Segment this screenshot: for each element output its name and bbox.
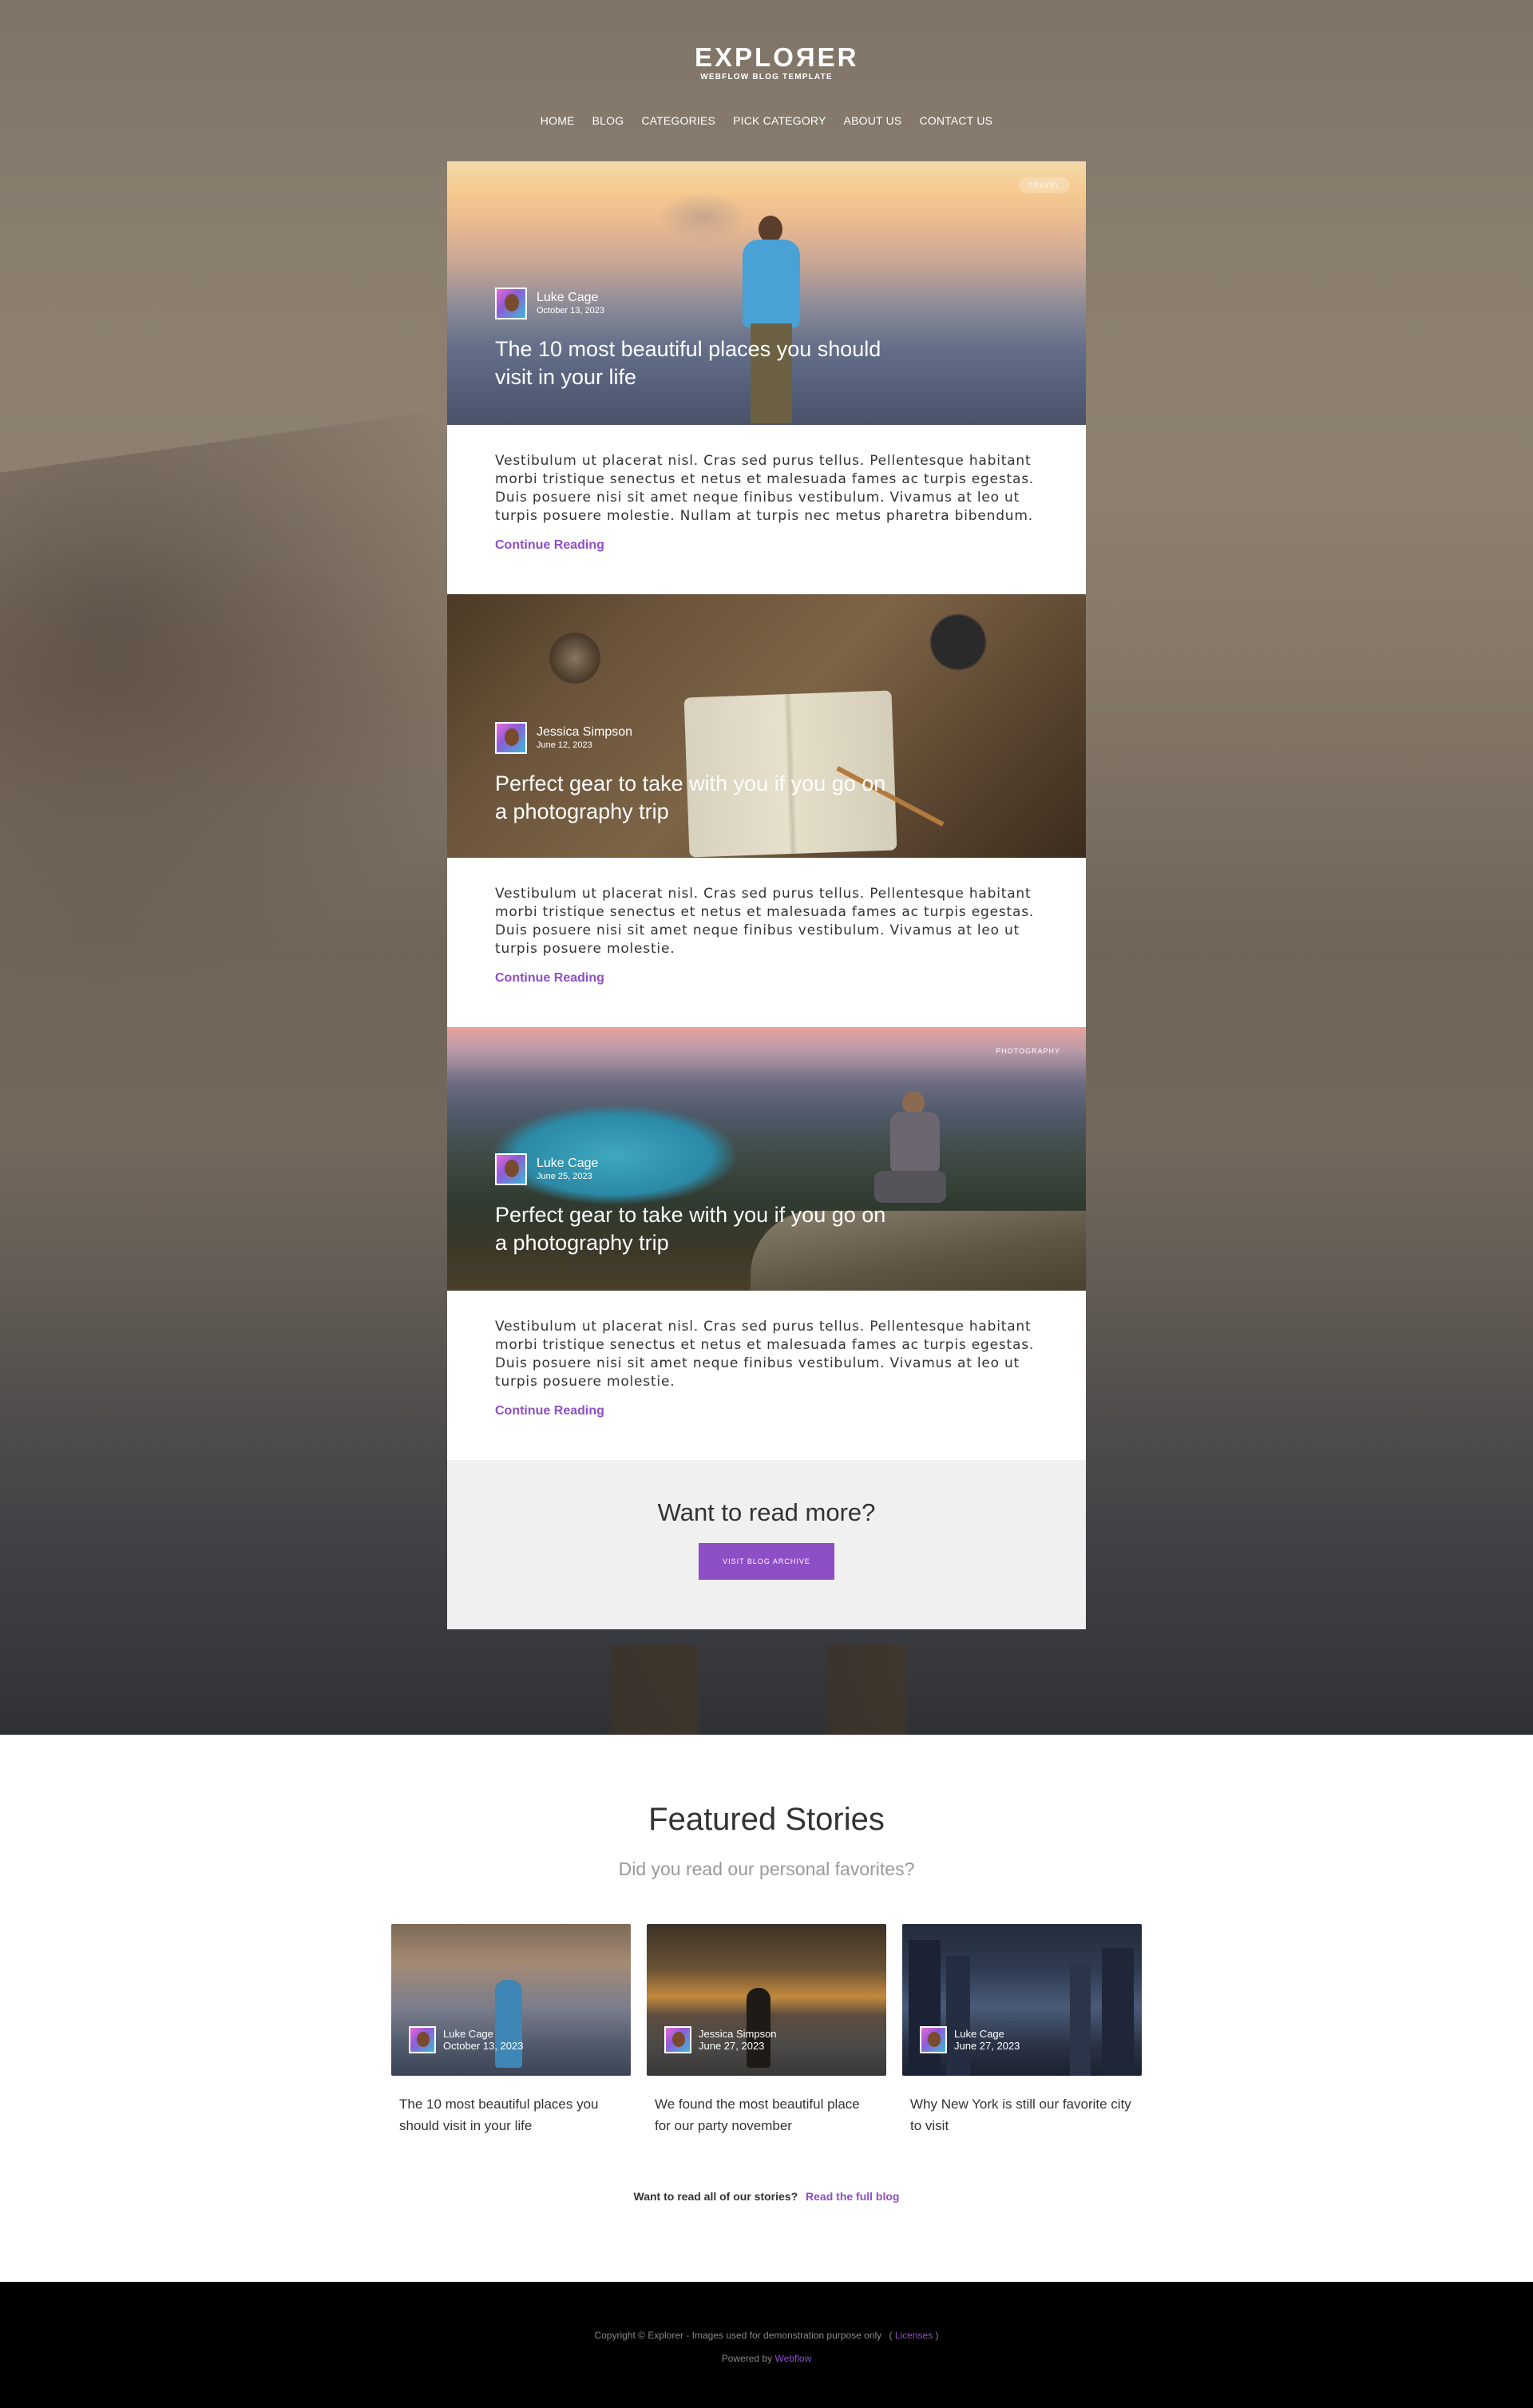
nav-home[interactable]: HOME	[541, 114, 575, 127]
main-nav: HOME BLOG CATEGORIES PICK CATEGORY ABOUT…	[0, 114, 1533, 127]
licenses-open-paren: (	[889, 2330, 893, 2341]
building-shape	[909, 1940, 941, 2076]
featured-card[interactable]: Luke Cage October 13, 2023 The 10 most b…	[391, 1924, 631, 2136]
post-body: Vestibulum ut placerat nisl. Cras sed pu…	[447, 1291, 1086, 1460]
webflow-link[interactable]: Webflow	[774, 2353, 811, 2364]
author-name[interactable]: Jessica Simpson	[537, 725, 632, 740]
post-body: Vestibulum ut placerat nisl. Cras sed pu…	[447, 858, 1086, 1027]
logo-subtitle: WEBFLOW BLOG TEMPLATE	[700, 73, 833, 81]
continue-reading-link[interactable]: Continue Reading	[495, 1404, 604, 1418]
logo-title: EXPLOЯER	[695, 42, 859, 72]
featured-stories-section: Featured Stories Did you read our person…	[0, 1735, 1533, 2282]
author-name[interactable]: Luke Cage	[443, 2028, 523, 2040]
card-title[interactable]: The 10 most beautiful places you should …	[391, 2076, 631, 2136]
post-date: October 13, 2023	[443, 2040, 524, 2052]
featured-cards: Luke Cage October 13, 2023 The 10 most b…	[391, 1924, 1142, 2156]
hero-background: EXPLOЯER WEBFLOW BLOG TEMPLATE HOME BLOG…	[0, 0, 1533, 1735]
footer-powered-by: Powered by Webflow	[0, 2353, 1533, 2364]
read-all-row: Want to read all of our stories? Read th…	[0, 2190, 1533, 2203]
background-hiker-legs	[607, 1645, 926, 1735]
card-author: Luke Cage June 27, 2023	[920, 2026, 1020, 2053]
featured-subtitle: Did you read our personal favorites?	[618, 1859, 915, 1879]
post-date: June 27, 2023	[954, 2040, 1020, 2052]
nav-contact-us[interactable]: CONTACT US	[919, 114, 992, 127]
post-excerpt: Vestibulum ut placerat nisl. Cras sed pu…	[495, 453, 1035, 524]
post-author: Luke Cage October 13, 2023	[495, 288, 604, 319]
card-image[interactable]: Jessica Simpson June 27, 2023	[647, 1924, 886, 2076]
read-more-title: Want to read more?	[657, 1498, 876, 1526]
category-tag[interactable]: TRAVEL	[1018, 177, 1070, 193]
post-author: Jessica Simpson June 12, 2023	[495, 722, 632, 754]
post-title[interactable]: Perfect gear to take with you if you go …	[495, 770, 894, 826]
site-header: EXPLOЯER WEBFLOW BLOG TEMPLATE HOME BLOG…	[0, 0, 1533, 152]
author-name[interactable]: Jessica Simpson	[699, 2028, 777, 2040]
category-tag[interactable]: PHOTOGRAPHY	[986, 1043, 1070, 1059]
building-shape	[1102, 1948, 1134, 2076]
building-shape	[1070, 1964, 1091, 2076]
hiker-figure	[495, 1980, 522, 2068]
post-date: October 13, 2023	[537, 306, 605, 315]
author-name[interactable]: Luke Cage	[537, 1156, 598, 1171]
avatar	[495, 722, 527, 754]
featured-title: Featured Stories	[648, 1802, 885, 1837]
visit-blog-archive-button[interactable]: VISIT BLOG ARCHIVE	[699, 1543, 834, 1580]
post-excerpt: Vestibulum ut placerat nisl. Cras sed pu…	[495, 1319, 1035, 1390]
continue-reading-link[interactable]: Continue Reading	[495, 538, 604, 553]
post-date: June 25, 2023	[537, 1172, 592, 1181]
hiker-figure	[735, 216, 806, 425]
post-title[interactable]: The 10 most beautiful places you should …	[495, 335, 894, 391]
avatar	[920, 2026, 947, 2053]
site-logo[interactable]: EXPLOЯER WEBFLOW BLOG TEMPLATE	[695, 42, 859, 82]
powered-by-text: Powered by	[721, 2353, 773, 2364]
post-excerpt: Vestibulum ut placerat nisl. Cras sed pu…	[495, 886, 1035, 957]
site-footer: Copyright © Explorer - Images used for d…	[0, 2282, 1533, 2408]
post-image[interactable]: PHOTOGRAPHY Luke Cage June 25, 2023 Perf…	[447, 1027, 1086, 1291]
posts-list: TRAVEL Luke Cage October 13, 2023 The 10…	[447, 161, 1086, 1629]
avatar	[495, 288, 527, 319]
card-image[interactable]: Luke Cage October 13, 2023	[391, 1924, 631, 2076]
read-full-blog-link[interactable]: Read the full blog	[806, 2190, 899, 2203]
card-title[interactable]: We found the most beautiful place for ou…	[647, 2076, 886, 2136]
nav-about-us[interactable]: ABOUT US	[844, 114, 902, 127]
avatar	[664, 2026, 691, 2053]
avatar	[409, 2026, 436, 2053]
nav-categories[interactable]: CATEGORIES	[641, 114, 715, 127]
featured-card[interactable]: Luke Cage June 27, 2023 Why New York is …	[902, 1924, 1142, 2136]
copyright-text: Copyright © Explorer - Images used for d…	[594, 2330, 882, 2341]
featured-card[interactable]: Jessica Simpson June 27, 2023 We found t…	[647, 1924, 886, 2136]
post-card: PHOTOGRAPHY Luke Cage June 25, 2023 Perf…	[447, 1027, 1086, 1460]
nav-blog[interactable]: BLOG	[592, 114, 624, 127]
continue-reading-link[interactable]: Continue Reading	[495, 971, 604, 986]
footer-copyright: Copyright © Explorer - Images used for d…	[0, 2330, 1533, 2341]
read-all-question: Want to read all of our stories?	[633, 2190, 798, 2203]
nav-pick-category[interactable]: PICK CATEGORY	[733, 114, 826, 127]
author-name[interactable]: Luke Cage	[537, 291, 604, 305]
card-author: Jessica Simpson June 27, 2023	[664, 2026, 777, 2053]
post-date: June 12, 2023	[537, 740, 592, 750]
post-image[interactable]: Jessica Simpson June 12, 2023 Perfect ge…	[447, 594, 1086, 858]
post-date: June 27, 2023	[699, 2040, 765, 2052]
post-author: Luke Cage June 25, 2023	[495, 1153, 598, 1185]
post-body: Vestibulum ut placerat nisl. Cras sed pu…	[447, 425, 1086, 594]
avatar	[495, 1153, 527, 1185]
post-image[interactable]: TRAVEL Luke Cage October 13, 2023 The 10…	[447, 161, 1086, 425]
building-shape	[946, 1956, 970, 2076]
card-title[interactable]: Why New York is still our favorite city …	[902, 2076, 1142, 2136]
author-name[interactable]: Luke Cage	[954, 2028, 1020, 2040]
post-card: TRAVEL Luke Cage October 13, 2023 The 10…	[447, 161, 1086, 594]
card-image[interactable]: Luke Cage June 27, 2023	[902, 1924, 1142, 2076]
licenses-link[interactable]: Licenses	[895, 2330, 933, 2341]
read-more-box: Want to read more? VISIT BLOG ARCHIVE	[447, 1460, 1086, 1629]
post-title[interactable]: Perfect gear to take with you if you go …	[495, 1201, 894, 1257]
card-author: Luke Cage October 13, 2023	[409, 2026, 523, 2053]
post-card: Jessica Simpson June 12, 2023 Perfect ge…	[447, 594, 1086, 1027]
licenses-close-paren: )	[935, 2330, 939, 2341]
